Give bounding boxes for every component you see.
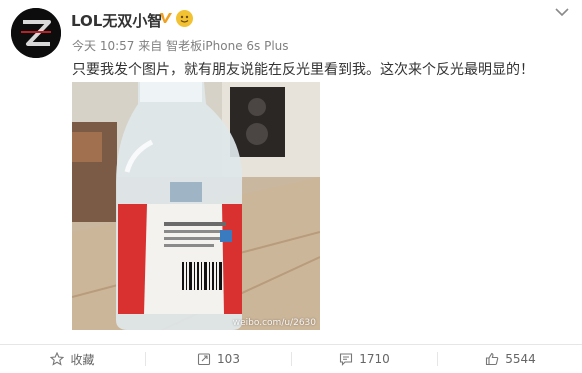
favorite-button[interactable]: 收藏 <box>0 345 145 373</box>
like-count: 5544 <box>505 352 536 366</box>
post-text: 只要我发个图片，就有朋友说能在反光里看到我。这次来个反光最明显的！ <box>72 62 534 78</box>
verified-badge-icon <box>160 13 172 23</box>
username[interactable]: LOL无双小智 <box>71 10 162 31</box>
favorite-label: 收藏 <box>70 352 95 367</box>
weibo-post: LOL无双小智 今天 10:57 来自 智老板iPhone 6s Plus 只要… <box>0 0 582 373</box>
device-source[interactable]: 智老板iPhone 6s Plus <box>166 39 288 53</box>
repost-count: 103 <box>217 352 240 366</box>
post-time[interactable]: 今天 10:57 <box>72 39 134 53</box>
post-meta: 今天 10:57 来自 智老板iPhone 6s Plus <box>72 37 289 54</box>
share-icon <box>197 353 211 366</box>
chevron-down-icon[interactable] <box>554 6 570 18</box>
comment-button[interactable]: 1710 <box>292 345 437 373</box>
star-icon <box>50 352 65 366</box>
image-watermark: weibo.com/u/2630 <box>232 318 316 328</box>
thumbs-up-icon <box>486 352 499 366</box>
comment-count: 1710 <box>359 352 390 366</box>
user-avatar[interactable] <box>11 8 61 58</box>
post-image[interactable]: weibo.com/u/2630 <box>72 82 320 330</box>
like-button[interactable]: 5544 <box>438 345 582 373</box>
source-prefix: 来自 <box>138 39 163 53</box>
repost-button[interactable]: 103 <box>146 345 291 373</box>
comment-icon <box>340 353 353 366</box>
emoji-icon <box>176 10 193 27</box>
